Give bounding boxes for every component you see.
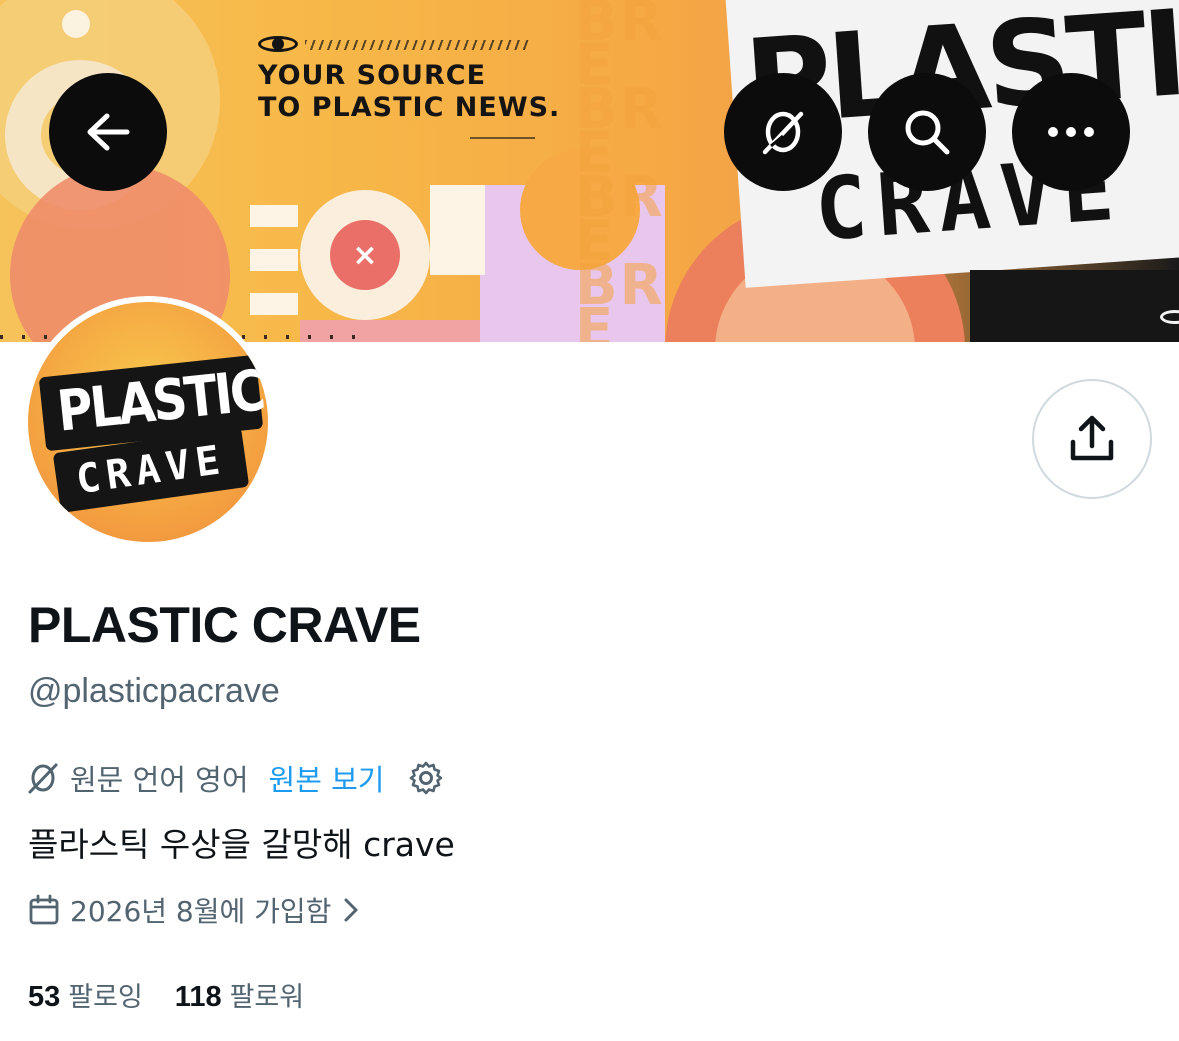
calendar-icon xyxy=(29,894,59,925)
share-upload-icon xyxy=(1070,415,1114,461)
chevron-right-icon xyxy=(343,897,359,923)
banner-hatch xyxy=(305,40,530,50)
avatar-image: PLASTIC CRAVE xyxy=(28,302,268,542)
following-link[interactable]: 53 팔로잉 xyxy=(28,975,143,1014)
banner-arrow xyxy=(470,137,535,139)
follow-stats: 53 팔로잉 118 팔로워 xyxy=(28,974,304,1014)
display-name: PLASTIC CRAVE xyxy=(28,597,421,653)
no-translate-icon xyxy=(762,111,804,155)
banner-target-icon: × xyxy=(330,220,400,290)
no-translate-icon xyxy=(28,763,58,794)
translation-notice: 원문 언어 영어 원본 보기 xyxy=(26,756,444,800)
banner-shape xyxy=(970,270,1179,342)
following-label: 팔로잉 xyxy=(68,981,143,1013)
banner-shape xyxy=(250,205,298,315)
back-button[interactable] xyxy=(49,73,167,191)
user-handle: @plasticpacrave xyxy=(28,672,280,710)
search-icon xyxy=(905,110,950,155)
banner-eye-icon xyxy=(272,38,284,50)
gear-icon xyxy=(410,761,443,795)
followers-link[interactable]: 118 팔로워 xyxy=(175,975,304,1014)
profile-banner[interactable]: × BRE BRE BRE BRE YOUR SOURCE TO PLASTIC… xyxy=(0,0,1179,342)
banner-shape xyxy=(430,185,485,275)
avatar[interactable]: PLASTIC CRAVE xyxy=(22,296,274,548)
more-horizontal-icon xyxy=(1048,127,1094,137)
banner-shape xyxy=(62,10,90,38)
arrow-left-icon xyxy=(87,113,130,151)
followers-count: 118 xyxy=(174,980,222,1013)
join-date-text: 2026년 8월에 가입함 xyxy=(70,895,332,928)
search-button[interactable] xyxy=(868,73,986,191)
followers-label: 팔로워 xyxy=(229,981,305,1013)
banner-ghost-text: BRE BRE BRE BRE xyxy=(575,0,665,342)
banner-headline: YOUR SOURCE TO PLASTIC NEWS. xyxy=(258,60,561,123)
more-options-button[interactable] xyxy=(1012,73,1130,191)
translate-toggle-button[interactable] xyxy=(724,73,842,191)
translation-settings-button[interactable] xyxy=(408,760,444,796)
profile-bio: 플라스틱 우상을 갈망해 crave xyxy=(28,825,455,864)
join-date[interactable]: 2026년 8월에 가입함 xyxy=(28,888,359,932)
translation-label: 원문 언어 영어 xyxy=(70,763,249,797)
share-button[interactable] xyxy=(1032,379,1152,499)
view-original-link[interactable]: 원본 보기 xyxy=(269,757,385,799)
following-count: 53 xyxy=(28,980,61,1013)
